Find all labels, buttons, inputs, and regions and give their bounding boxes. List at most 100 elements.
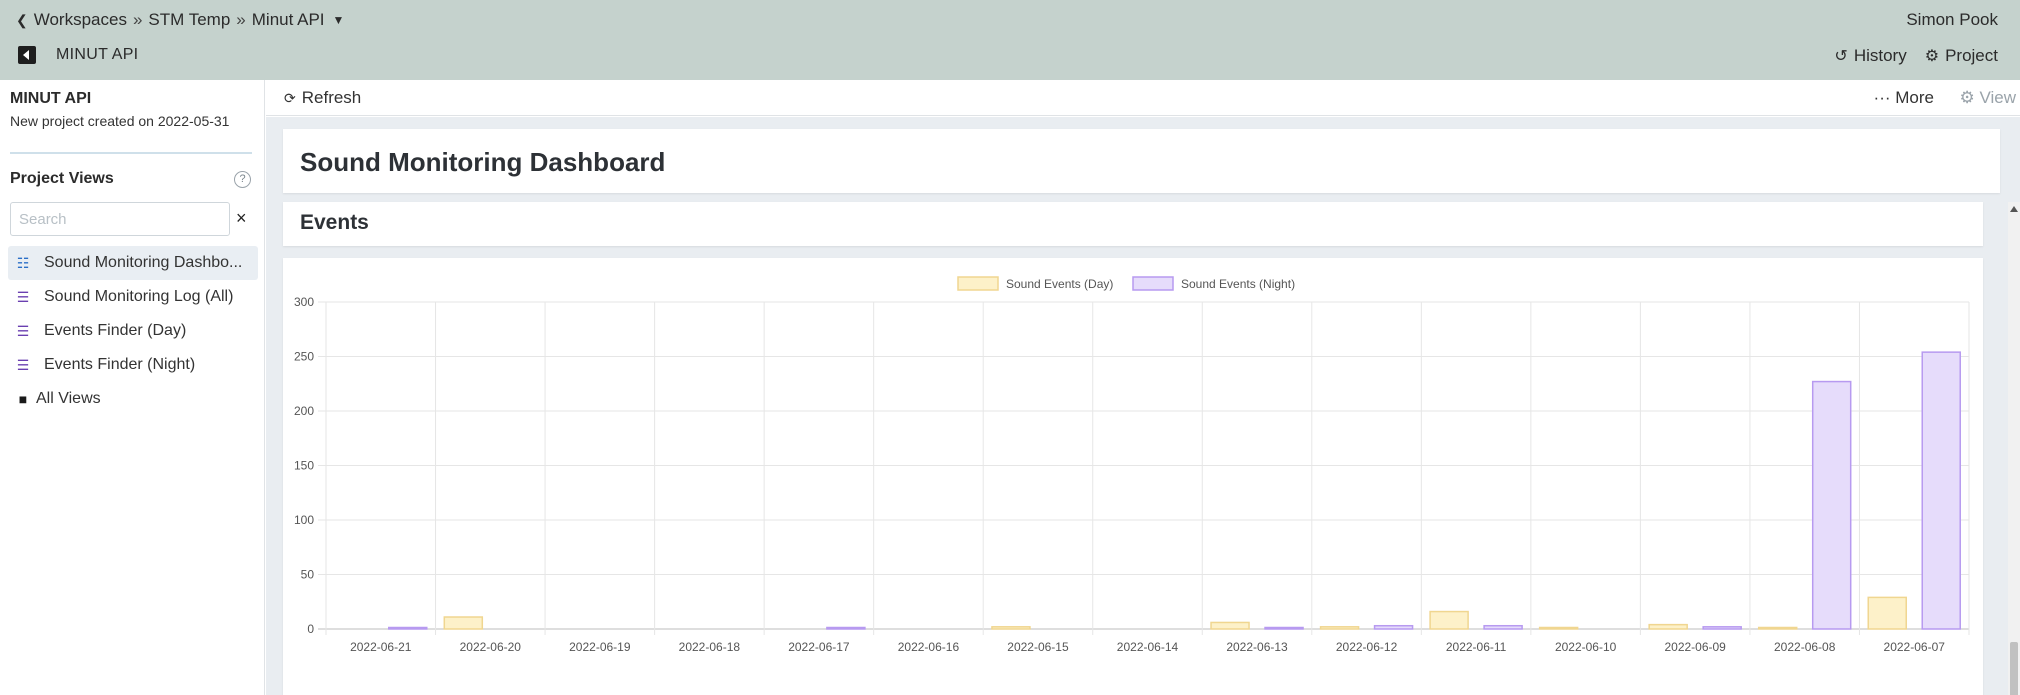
project-views-heading: Project Views	[10, 170, 114, 187]
bar-night	[1483, 624, 1523, 630]
more-label: More	[1895, 88, 1934, 107]
x-tick-label: 2022-06-10	[1555, 640, 1617, 654]
breadcrumb: ❮ Workspaces » STM Temp » Minut API ▼	[16, 10, 344, 30]
bar-day	[1210, 621, 1250, 630]
y-tick-label: 50	[301, 568, 315, 582]
events-chart-card: 0 50 100 150 200 250 300 2022-06-21 2022-06-20 20…	[283, 258, 1983, 695]
bar-night	[1702, 626, 1742, 630]
sidebar-item-label: All Views	[36, 390, 101, 407]
sidebar-item-sound-monitoring-log[interactable]: ☰ Sound Monitoring Log (All)	[8, 280, 258, 314]
x-tick-label: 2022-06-12	[1336, 640, 1398, 654]
bar-chart-icon: ☷	[16, 254, 30, 271]
top-bar: ❮ Workspaces » STM Temp » Minut API ▼ Si…	[0, 0, 2020, 80]
history-button[interactable]: ↺ History	[1834, 46, 1906, 66]
project-button[interactable]: ⚙ Project	[1925, 46, 1998, 66]
sidebar-item-all-views[interactable]: ■ All Views	[8, 382, 258, 416]
dashboard-title: Sound Monitoring Dashboard	[300, 147, 666, 177]
x-tick-label: 2022-06-08	[1774, 640, 1836, 654]
project-views-list: ☷ Sound Monitoring Dashbo... ☰ Sound Mon…	[8, 246, 258, 416]
x-tick-label: 2022-06-11	[1446, 640, 1507, 654]
events-section-title: Events	[300, 211, 369, 234]
sidebar-item-events-finder-day[interactable]: ☰ Events Finder (Day)	[8, 314, 258, 348]
breadcrumb-separator: »	[132, 10, 143, 29]
sidebar-item-sound-monitoring-dashboard[interactable]: ☷ Sound Monitoring Dashbo...	[8, 246, 258, 280]
ellipsis-icon: ···	[1873, 88, 1896, 107]
bar-day	[1319, 626, 1360, 630]
more-button[interactable]: ··· More	[1874, 88, 1934, 108]
x-tick-label: 2022-06-07	[1884, 640, 1946, 654]
legend-label: Sound Events (Night)	[1181, 277, 1295, 291]
legend-label: Sound Events (Day)	[1006, 277, 1113, 291]
scrollbar-thumb[interactable]	[2010, 642, 2018, 695]
sidebar-project-description: New project created on 2022-05-31	[10, 113, 230, 129]
bar-night	[1373, 624, 1414, 630]
project-label: Project	[1945, 46, 1998, 65]
bar-day	[443, 616, 484, 630]
bar-night	[826, 626, 866, 630]
list-icon: ☰	[16, 322, 30, 339]
bar-day	[1867, 596, 1907, 630]
view-label: View	[1979, 88, 2016, 107]
y-tick-label: 0	[307, 622, 314, 636]
refresh-label: Refresh	[301, 88, 362, 107]
bar-night	[388, 626, 428, 630]
view-button[interactable]: ⚙ View	[1959, 88, 2016, 108]
breadcrumb-stm-temp[interactable]: STM Temp	[148, 10, 230, 30]
divider	[10, 152, 252, 154]
bar-night	[1264, 626, 1304, 630]
sidebar: MINUT API New project created on 2022-05…	[0, 80, 265, 695]
x-tick-label: 2022-06-20	[460, 640, 522, 654]
y-tick-label: 100	[294, 513, 314, 527]
dashboard-title-card: Sound Monitoring Dashboard	[283, 129, 2000, 193]
sidebar-item-label: Sound Monitoring Log (All)	[44, 288, 234, 305]
bar-day	[1538, 626, 1579, 630]
list-icon: ☰	[16, 356, 30, 373]
project-actions: ↺ History ⚙ Project	[1834, 46, 1998, 66]
folder-icon: ■	[18, 391, 28, 407]
sidebar-project-name: MINUT API	[10, 90, 92, 107]
refresh-button[interactable]: ⟳ Refresh	[284, 88, 361, 108]
legend-swatch	[957, 276, 999, 291]
dashboard-canvas: Sound Monitoring Dashboard Events 0 50 100…	[266, 117, 2020, 695]
view-toolbar: ⟳ Refresh ··· More ⚙ View	[266, 80, 2020, 116]
y-tick-label: 200	[294, 404, 314, 418]
bar-day	[1648, 623, 1688, 630]
bar-night	[1811, 380, 1852, 630]
y-tick-label: 250	[294, 350, 314, 364]
close-icon[interactable]: ×	[236, 208, 247, 229]
x-tick-label: 2022-06-16	[898, 640, 960, 654]
history-icon: ↺	[1834, 48, 1848, 65]
x-tick-label: 2022-06-19	[569, 640, 631, 654]
breadcrumb-separator: »	[236, 10, 246, 29]
user-menu[interactable]: Simon Pook	[1906, 10, 1998, 30]
sidebar-item-label: Events Finder (Night)	[44, 356, 196, 373]
x-tick-label: 2022-06-21	[350, 640, 412, 654]
refresh-icon: ⟳	[284, 90, 296, 106]
x-tick-label: 2022-06-17	[788, 640, 850, 654]
legend-swatch	[1132, 276, 1174, 291]
y-tick-label: 150	[294, 459, 314, 473]
bar-day	[1429, 610, 1469, 630]
x-tick-label: 2022-06-15	[1007, 640, 1069, 654]
x-tick-label: 2022-06-14	[1117, 640, 1179, 654]
chevron-left-icon[interactable]: ❮	[16, 12, 28, 29]
sidebar-item-label: Events Finder (Day)	[44, 322, 187, 339]
breadcrumb-minut-api[interactable]: Minut API	[252, 10, 325, 30]
sidebar-item-label: Sound Monitoring Dashbo...	[44, 254, 243, 271]
sidebar-toggle-icon[interactable]	[18, 46, 36, 64]
events-section-header: Events	[283, 202, 1983, 246]
breadcrumb-workspaces[interactable]: Workspaces	[34, 10, 127, 30]
scroll-up-icon[interactable]	[2010, 206, 2018, 212]
bar-day	[991, 626, 1031, 630]
y-tick-label: 300	[294, 295, 314, 309]
project-title: MINUT API	[56, 46, 139, 63]
events-bar-chart: 0 50 100 150 200 250 300 2022-06-21 2022-06-20 20…	[294, 276, 1970, 654]
scrollbar[interactable]	[2008, 202, 2020, 695]
sidebar-item-events-finder-night[interactable]: ☰ Events Finder (Night)	[8, 348, 258, 382]
x-tick-label: 2022-06-09	[1664, 640, 1726, 654]
help-icon[interactable]: ?	[234, 171, 251, 188]
bar-night	[1921, 351, 1961, 630]
search-input[interactable]	[10, 202, 230, 236]
gear-icon: ⚙	[1959, 88, 1980, 107]
caret-down-icon[interactable]: ▼	[333, 13, 345, 27]
